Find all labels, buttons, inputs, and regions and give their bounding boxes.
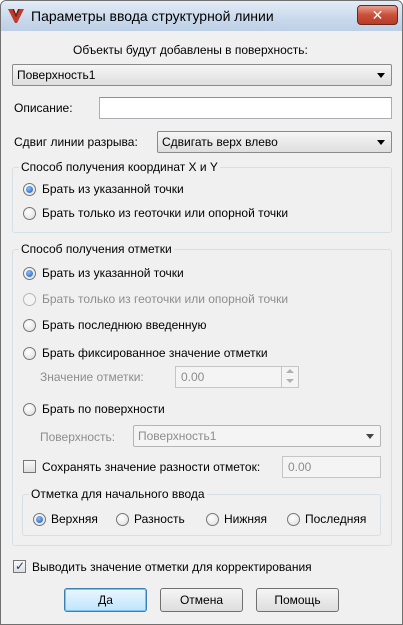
elev-by-surface-label: Брать по поверхности bbox=[42, 402, 165, 416]
initial-difference-label: Разность bbox=[134, 512, 185, 526]
xy-from-geopoint-radio[interactable] bbox=[23, 207, 36, 220]
xy-from-geopoint-label: Брать только из геоточки или опорной точ… bbox=[42, 206, 289, 220]
keep-diff-checkbox[interactable] bbox=[23, 460, 36, 473]
chevron-down-icon bbox=[377, 73, 385, 78]
chevron-down-icon bbox=[366, 434, 374, 439]
break-shift-label: Сдвиг линии разрыва: bbox=[14, 135, 138, 149]
help-button[interactable]: Помощь bbox=[256, 588, 339, 612]
break-shift-select[interactable]: Сдвигать верх влево bbox=[157, 131, 392, 153]
description-input[interactable] bbox=[99, 97, 392, 119]
initial-lower-radio[interactable] bbox=[206, 513, 219, 526]
xy-source-group bbox=[12, 167, 392, 233]
elev-from-geopoint-label: Брать только из геоточки или опорной точ… bbox=[42, 292, 289, 306]
spin-down-icon bbox=[286, 379, 294, 383]
elevation-source-group-title: Способ получения отметки bbox=[19, 242, 174, 256]
break-shift-value: Сдвигать верх влево bbox=[162, 135, 278, 149]
initial-lower-label: Нижняя bbox=[224, 512, 268, 526]
fixed-value-input[interactable]: 0.00 bbox=[175, 366, 299, 388]
elev-fixed-label: Брать фиксированное значение отметки bbox=[42, 346, 268, 360]
fixed-value-value: 0.00 bbox=[181, 370, 205, 384]
window-title: Параметры ввода структурной линии bbox=[31, 8, 274, 24]
elev-from-point-radio[interactable] bbox=[23, 267, 36, 280]
close-icon: ✕ bbox=[371, 7, 384, 23]
elev-last-entered-radio[interactable] bbox=[23, 319, 36, 332]
dialog-window: Параметры ввода структурной линии ✕ Объе… bbox=[0, 0, 403, 625]
chevron-down-icon bbox=[377, 140, 385, 145]
spin-up-icon bbox=[286, 369, 294, 373]
ok-button[interactable]: Да bbox=[64, 588, 147, 612]
initial-difference-radio[interactable] bbox=[116, 513, 129, 526]
initial-upper-radio[interactable] bbox=[33, 513, 46, 526]
surface-value: Поверхность1 bbox=[138, 429, 217, 443]
fixed-value-spinner[interactable] bbox=[281, 366, 298, 388]
keep-diff-label: Сохранять значение разности отметок: bbox=[42, 460, 261, 474]
show-for-edit-label: Выводить значение отметки для корректиро… bbox=[32, 560, 312, 574]
initial-upper-label: Верхняя bbox=[51, 512, 98, 526]
xy-source-group-title: Способ получения координат X и Y bbox=[19, 160, 220, 174]
app-logo-icon bbox=[8, 9, 24, 23]
keep-diff-value: 0.00 bbox=[288, 460, 312, 474]
fixed-value-label: Значение отметки: bbox=[40, 370, 144, 384]
initial-last-radio[interactable] bbox=[287, 513, 300, 526]
surface-target-value: Поверхность1 bbox=[17, 68, 96, 82]
surface-target-label: Объекты будут добавлены в поверхность: bbox=[73, 43, 308, 57]
close-button[interactable]: ✕ bbox=[357, 5, 398, 25]
keep-diff-input[interactable]: 0.00 bbox=[282, 456, 381, 478]
xy-from-point-radio[interactable] bbox=[23, 183, 36, 196]
surface-select[interactable]: Поверхность1 bbox=[133, 425, 381, 447]
title-bar[interactable]: Параметры ввода структурной линии ✕ bbox=[1, 1, 402, 31]
surface-target-select[interactable]: Поверхность1 bbox=[12, 64, 392, 86]
elev-last-entered-label: Брать последнюю введенную bbox=[42, 318, 207, 332]
elev-from-geopoint-radio[interactable] bbox=[23, 293, 36, 306]
elev-fixed-radio[interactable] bbox=[23, 347, 36, 360]
xy-from-point-label: Брать из указанной точки bbox=[42, 182, 184, 196]
description-label: Описание: bbox=[14, 101, 73, 115]
elev-from-point-label: Брать из указанной точки bbox=[42, 266, 184, 280]
cancel-button[interactable]: Отмена bbox=[160, 588, 243, 612]
initial-last-label: Последняя bbox=[305, 512, 367, 526]
surface-label: Поверхность: bbox=[40, 430, 116, 444]
initial-elevation-group-title: Отметка для начального ввода bbox=[29, 487, 207, 501]
elev-by-surface-radio[interactable] bbox=[23, 403, 36, 416]
show-for-edit-checkbox[interactable] bbox=[13, 559, 26, 573]
